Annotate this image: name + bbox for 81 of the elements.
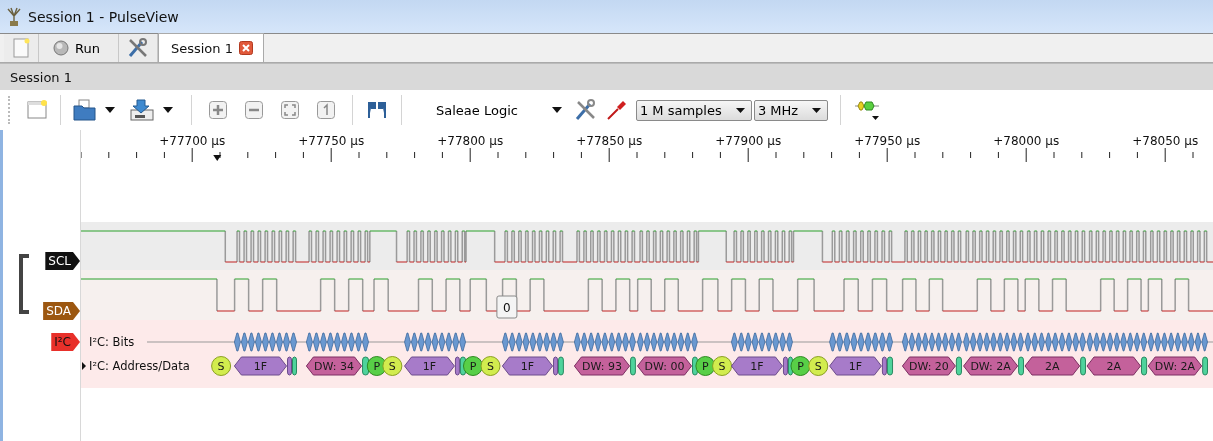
ack-bit-marker bbox=[558, 356, 564, 376]
data-annotation: 2A bbox=[1024, 356, 1081, 376]
zoom-one-to-one-icon[interactable] bbox=[317, 101, 335, 119]
document-icon bbox=[12, 38, 30, 58]
rw-bit-marker bbox=[881, 356, 887, 376]
ack-bit-marker bbox=[1080, 356, 1086, 376]
device-dropdown[interactable]: Saleae Logic bbox=[414, 102, 566, 118]
bit-annotation-drawing bbox=[1086, 332, 1148, 352]
ack-bit-marker bbox=[886, 356, 894, 376]
ruler-label: +77800 µs bbox=[437, 134, 504, 148]
decoder-row-label: I²C: Address/Data bbox=[89, 359, 190, 373]
tools-icon bbox=[126, 37, 149, 59]
zoom-fit-icon[interactable] bbox=[281, 101, 299, 119]
settings-button[interactable] bbox=[118, 34, 158, 62]
rw-bit-marker bbox=[287, 356, 292, 376]
ruler-label: +77950 µs bbox=[854, 134, 921, 148]
circle-icon bbox=[53, 40, 69, 56]
bit-annotation-drawing bbox=[829, 332, 893, 352]
window-title: Session 1 - PulseView bbox=[28, 8, 179, 25]
ruler-label: +78000 µs bbox=[993, 134, 1060, 148]
caret-icon bbox=[551, 107, 562, 113]
bit-annotation-drawing bbox=[637, 332, 698, 352]
rw-bit-marker bbox=[553, 356, 559, 376]
caret-icon[interactable] bbox=[163, 107, 173, 113]
bit-annotation-drawing bbox=[404, 332, 466, 352]
close-icon[interactable] bbox=[238, 41, 253, 55]
cursor-flags-icon[interactable] bbox=[365, 100, 389, 120]
start-condition-marker: S bbox=[211, 356, 232, 376]
save-icon[interactable] bbox=[129, 98, 155, 122]
stop-condition-marker: P bbox=[695, 356, 716, 376]
rw-bit-marker bbox=[782, 356, 788, 376]
ruler-label: +77900 µs bbox=[715, 134, 782, 148]
bit-annotation-drawing bbox=[502, 332, 564, 352]
ruler-label: +77750 µs bbox=[298, 134, 365, 148]
start-condition-marker: S bbox=[480, 356, 501, 376]
bit-annotation-drawing bbox=[234, 332, 297, 352]
bit-annotation-drawing bbox=[902, 332, 962, 352]
start-condition-marker: S bbox=[712, 356, 733, 376]
bit-annotation-drawing bbox=[731, 332, 793, 352]
ack-bit-marker bbox=[955, 356, 962, 376]
sample-rate-select[interactable]: 3 MHz bbox=[753, 99, 828, 121]
ruler-label: +78050 µs bbox=[1132, 134, 1199, 148]
decoder-add-icon[interactable] bbox=[852, 98, 881, 122]
stop-condition-marker: P bbox=[790, 356, 811, 376]
session-title: Session 1 bbox=[10, 69, 72, 85]
channel-label[interactable]: SDA bbox=[43, 302, 80, 320]
caret-icon bbox=[735, 107, 745, 113]
bit-annotation-drawing bbox=[1024, 332, 1086, 352]
folder-icon[interactable] bbox=[73, 99, 97, 121]
probe-icon[interactable] bbox=[605, 99, 628, 121]
zoom-in-icon[interactable] bbox=[209, 101, 227, 119]
ack-bit-marker bbox=[1018, 356, 1024, 376]
tools-icon[interactable] bbox=[573, 98, 598, 122]
zoom-out-icon[interactable] bbox=[245, 101, 263, 119]
decoder-label[interactable]: I²C bbox=[51, 333, 80, 351]
bit-annotation-drawing bbox=[574, 332, 636, 352]
ack-bit-marker bbox=[1141, 356, 1148, 376]
stop-condition-marker: P bbox=[463, 356, 483, 376]
bit-annotation-drawing bbox=[1147, 332, 1208, 352]
value-tooltip: 0 bbox=[496, 295, 518, 319]
start-condition-marker: S bbox=[382, 356, 403, 376]
ruler-label: +77850 µs bbox=[576, 134, 643, 148]
run-button[interactable]: Run bbox=[39, 34, 119, 62]
caret-icon[interactable] bbox=[105, 107, 115, 113]
trigger-marker-icon bbox=[213, 155, 222, 161]
group-bracket-icon bbox=[18, 254, 30, 314]
ruler-label: +77700 µs bbox=[159, 134, 226, 148]
ack-bit-marker bbox=[1202, 356, 1208, 376]
bit-annotation-drawing bbox=[963, 332, 1024, 352]
app-logo-icon bbox=[6, 6, 22, 27]
session-tab[interactable]: Session 1 bbox=[157, 33, 264, 62]
start-condition-marker: S bbox=[808, 356, 829, 376]
channel-label[interactable]: SCL bbox=[45, 252, 80, 270]
caret-icon bbox=[811, 107, 821, 113]
rw-bit-marker bbox=[454, 356, 460, 376]
decoder-row-label: I²C: Bits bbox=[89, 335, 135, 349]
sample-count-select[interactable]: 1 M samples bbox=[635, 99, 752, 121]
bit-annotation-drawing bbox=[306, 332, 369, 352]
ack-bit-marker bbox=[630, 356, 636, 376]
expand-arrow-icon[interactable] bbox=[82, 362, 86, 370]
ack-bit-marker bbox=[292, 356, 297, 376]
